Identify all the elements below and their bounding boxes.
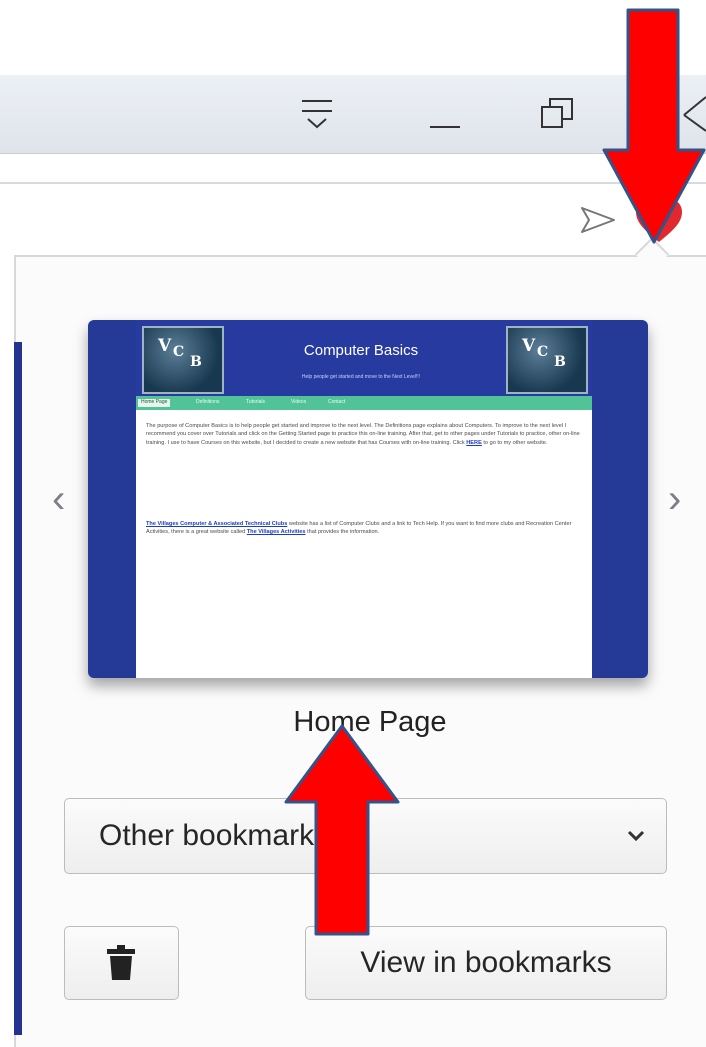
view-in-bookmarks-button[interactable]: View in bookmarks bbox=[305, 926, 667, 1000]
thumbnail-subtitle: Help people get started and move to the … bbox=[301, 374, 421, 380]
chevron-down-icon bbox=[627, 830, 645, 842]
thumbnail-logo-right: V C B bbox=[506, 326, 588, 394]
thumbnail-tab: Contact bbox=[328, 399, 346, 405]
remove-bookmark-button[interactable] bbox=[64, 926, 179, 1000]
tab-list-icon[interactable] bbox=[300, 97, 334, 131]
thumbnail-page: V C B Computer Basics Help people get st… bbox=[136, 320, 592, 678]
trash-icon bbox=[107, 945, 135, 980]
window-titlebar bbox=[0, 75, 706, 154]
thumbnail-tab: Home Page bbox=[138, 399, 171, 407]
next-thumbnail-button[interactable]: › bbox=[668, 477, 681, 522]
thumbnail-tab: Videos bbox=[291, 399, 307, 405]
thumbnail-header: V C B Computer Basics Help people get st… bbox=[136, 320, 592, 396]
thumbnail-nav: Home Page Definitions Tutorials Videos C… bbox=[136, 396, 592, 410]
thumbnail-tab: Definitions bbox=[196, 399, 220, 405]
minimize-icon[interactable] bbox=[430, 99, 460, 129]
restore-icon[interactable] bbox=[540, 97, 574, 131]
thumbnail-tab: Tutorials bbox=[246, 399, 265, 405]
annotation-arrow-down bbox=[602, 8, 706, 244]
annotation-arrow-up bbox=[284, 724, 400, 936]
thumbnail-title: Computer Basics bbox=[303, 342, 419, 359]
previous-thumbnail-button[interactable]: ‹ bbox=[52, 477, 65, 522]
thumbnail-paragraph: The Villages Computer & Associated Techn… bbox=[146, 521, 572, 536]
toolbar-separator bbox=[0, 182, 706, 184]
thumbnail-logo-left: V C B bbox=[142, 326, 224, 394]
page-edge-strip bbox=[14, 342, 22, 1035]
page-thumbnail: V C B Computer Basics Help people get st… bbox=[88, 320, 648, 678]
thumbnail-paragraph: The purpose of Computer Basics is to hel… bbox=[146, 423, 580, 446]
